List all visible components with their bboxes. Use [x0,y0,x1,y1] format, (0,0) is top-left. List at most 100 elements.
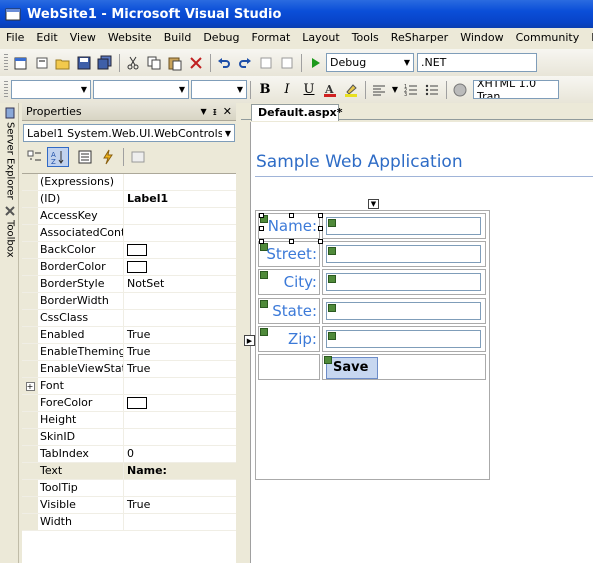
navigate-back-icon[interactable] [256,53,276,73]
form-input-cell[interactable]: Save [322,354,486,380]
categorized-icon[interactable] [24,147,46,167]
form-textbox[interactable] [326,245,481,263]
menu-format[interactable]: Format [246,28,297,48]
form-label-cell[interactable]: City: [258,269,320,295]
tab-default-aspx[interactable]: Default.aspx* [251,104,343,121]
menu-file[interactable]: File [0,28,30,48]
alphabetical-icon[interactable]: AZ [47,147,69,167]
form-textbox[interactable] [326,330,481,348]
property-row[interactable]: Width [22,514,236,531]
property-row[interactable]: TabIndex 0 [22,446,236,463]
selection-handle[interactable] [318,239,323,244]
undo-icon[interactable] [214,53,234,73]
property-row[interactable]: Text Name: [22,463,236,480]
property-value[interactable] [124,429,236,445]
menu-help[interactable]: H [585,28,593,48]
save-all-icon[interactable] [95,53,115,73]
selection-handle[interactable] [259,239,264,244]
form-label-cell[interactable]: Zip: [258,326,320,352]
form-table[interactable]: Name: Street: City: State: Zip: Save [255,210,490,480]
property-value[interactable] [124,395,236,411]
menu-debug[interactable]: Debug [197,28,245,48]
property-value[interactable]: Label1 [124,191,236,207]
target-schema-dropdown[interactable]: XHTML 1.0 Tran [473,80,559,99]
property-row[interactable]: Enabled True [22,327,236,344]
property-value[interactable] [124,412,236,428]
justify-icon[interactable] [369,80,389,100]
form-input-cell[interactable] [322,269,486,295]
start-debug-icon[interactable] [305,53,325,73]
selection-handle[interactable] [289,213,294,218]
selection-handle[interactable] [259,213,264,218]
property-value[interactable] [124,208,236,224]
font-name-dropdown[interactable]: ▼ [93,80,189,99]
property-row[interactable]: EnableTheming True [22,344,236,361]
menu-build[interactable]: Build [158,28,198,48]
form-label-cell[interactable]: Street: [258,241,320,267]
property-row[interactable]: AccessKey [22,208,236,225]
property-value[interactable] [124,293,236,309]
property-row[interactable]: ForeColor [22,395,236,412]
form-label[interactable]: Name: [259,217,319,235]
close-icon[interactable]: ✕ [223,105,232,118]
highlight-color-icon[interactable] [341,80,361,100]
menu-website[interactable]: Website [102,28,158,48]
property-value[interactable]: True [124,344,236,360]
redo-icon[interactable] [235,53,255,73]
form-label-cell[interactable] [258,354,320,380]
menu-community[interactable]: Community [510,28,586,48]
block-format-dropdown[interactable]: ▼ [11,80,91,99]
form-label[interactable]: State: [259,302,319,320]
toolbar-grip[interactable] [4,80,8,99]
bullet-list-icon[interactable] [422,80,442,100]
property-value[interactable] [124,174,236,190]
selection-handle[interactable] [318,226,323,231]
property-value[interactable] [124,310,236,326]
navigate-forward-icon[interactable] [277,53,297,73]
row-menu-icon[interactable]: ▶ [244,335,255,346]
property-row[interactable]: BorderStyle NotSet [22,276,236,293]
property-value[interactable] [124,480,236,496]
underline-button[interactable]: U [298,80,320,100]
menu-tools[interactable]: Tools [346,28,385,48]
form-input-cell[interactable] [322,213,486,239]
property-value[interactable] [124,225,236,241]
platform-dropdown[interactable]: .NET [417,53,537,72]
property-row[interactable]: (ID) Label1 [22,191,236,208]
selection-handle[interactable] [289,239,294,244]
properties-view-icon[interactable] [74,147,96,167]
form-label-cell[interactable]: State: [258,298,320,324]
selection-handle[interactable] [318,213,323,218]
menu-window[interactable]: Window [454,28,509,48]
property-row[interactable]: SkinID [22,429,236,446]
form-textbox[interactable] [326,302,481,320]
hyperlink-icon[interactable] [450,80,470,100]
save-button[interactable]: Save [326,357,378,379]
property-row[interactable]: BackColor [22,242,236,259]
numbered-list-icon[interactable]: 123 [401,80,421,100]
property-row[interactable]: BorderWidth [22,293,236,310]
open-folder-icon[interactable] [53,53,73,73]
object-selector[interactable]: Label1 System.Web.UI.WebControls.L ▼ [23,124,235,142]
menu-layout[interactable]: Layout [296,28,345,48]
bold-button[interactable]: B [254,80,276,100]
form-input-cell[interactable] [322,326,486,352]
property-value[interactable]: True [124,361,236,377]
foreground-color-icon[interactable]: A [320,80,340,100]
events-icon[interactable] [97,147,119,167]
property-value[interactable] [124,514,236,530]
font-size-dropdown[interactable]: ▼ [191,80,247,99]
property-row[interactable]: ToolTip [22,480,236,497]
form-textbox[interactable] [326,217,481,235]
toolbar-grip[interactable] [4,53,8,72]
menu-resharper[interactable]: ReSharper [385,28,454,48]
form-label[interactable]: Street: [259,245,319,263]
property-value[interactable]: True [124,497,236,513]
form-input-cell[interactable] [322,298,486,324]
property-row[interactable]: CssClass [22,310,236,327]
property-row[interactable]: AssociatedContro [22,225,236,242]
property-value[interactable]: Name: [124,463,236,479]
property-row[interactable]: (Expressions) [22,174,236,191]
page-heading[interactable]: Sample Web Application [256,152,463,172]
property-value[interactable]: True [124,327,236,343]
